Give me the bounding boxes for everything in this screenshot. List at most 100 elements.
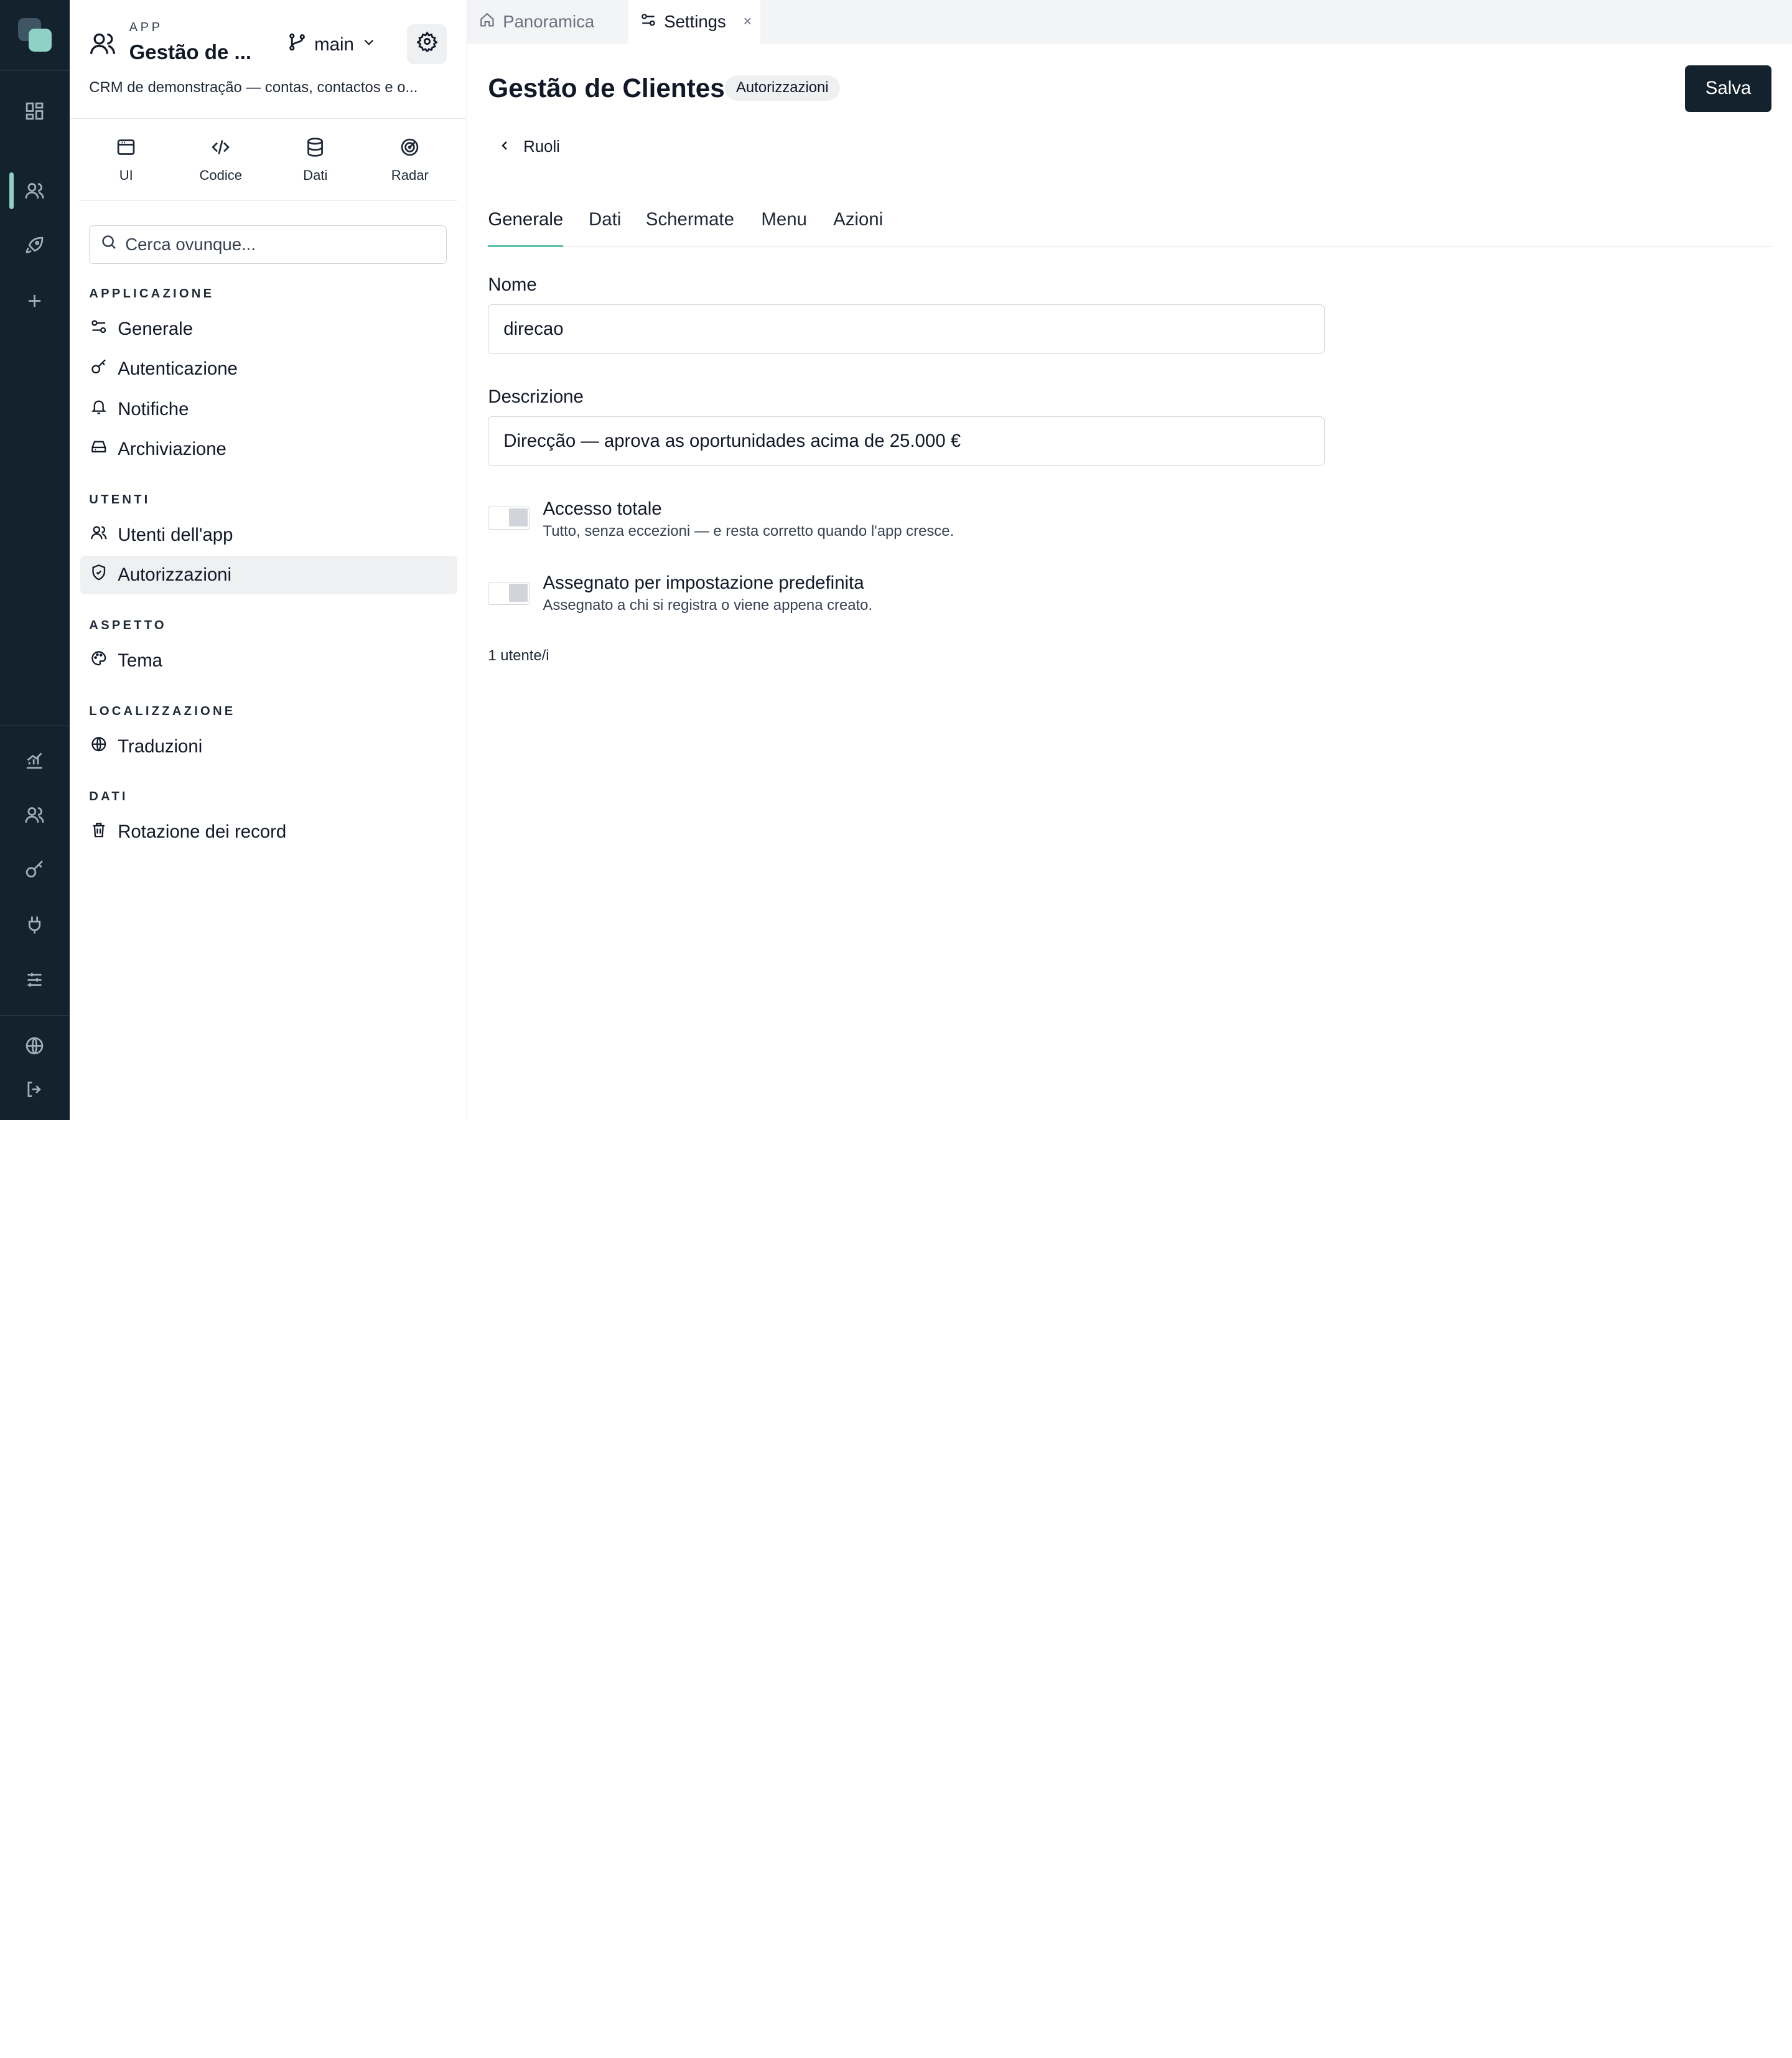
app-description: CRM de demonstração — contas, contactos … (89, 78, 418, 96)
plus-icon[interactable] (21, 287, 48, 314)
gear-icon (416, 31, 438, 57)
section-label-applicazione: APPLICAZIONE (89, 287, 215, 301)
sidebar-item-label: Rotazione dei record (118, 821, 287, 843)
key-icon[interactable] (21, 856, 48, 884)
mode-ui[interactable]: UI (79, 119, 174, 200)
app-kicker: APP (129, 21, 163, 35)
subtab-azioni[interactable]: Azioni (833, 209, 883, 247)
sidebar-item-traduzioni[interactable]: Traduzioni (80, 727, 457, 765)
search-input[interactable] (125, 235, 434, 255)
subtab-dati[interactable]: Dati (589, 209, 621, 247)
rail-active-indicator (9, 172, 14, 210)
radar-icon (399, 137, 420, 161)
mode-label: Dati (303, 167, 328, 183)
mode-radar[interactable]: Radar (363, 119, 457, 200)
search-icon (100, 233, 118, 256)
name-label: Nome (488, 274, 537, 295)
default-assigned-title: Assegnato per impostazione predefinita (543, 573, 864, 594)
close-icon[interactable]: × (743, 13, 752, 30)
database-icon (305, 137, 325, 161)
sidebar-item-archiviazione[interactable]: Archiviazione (80, 430, 457, 469)
mode-data[interactable]: Dati (268, 119, 363, 200)
window-tab-bar: Panoramica Settings × (467, 0, 1792, 44)
tab-settings[interactable]: Settings × (628, 0, 760, 44)
settings-sidebar: APP Gestão de ... main CRM de demonstraç… (70, 0, 468, 1121)
back-label: Ruoli (523, 138, 560, 156)
tab-label: Settings (664, 11, 726, 31)
globe-icon (90, 736, 108, 758)
app-header: APP Gestão de ... main CRM de demonstraç… (70, 0, 467, 119)
section-label-localizzazione: LOCALIZZAZIONE (89, 704, 236, 718)
default-assigned-subtitle: Assegnato a chi si registra o viene appe… (543, 596, 873, 614)
section-label-dati: DATI (89, 790, 128, 804)
save-button[interactable]: Salva (1684, 65, 1772, 113)
full-access-subtitle: Tutto, senza eccezioni — e resta corrett… (543, 522, 954, 540)
name-field[interactable]: direcao (488, 304, 1325, 355)
sidebar-item-label: Generale (118, 319, 194, 340)
description-label: Descrizione (488, 386, 584, 407)
back-link[interactable]: Ruoli (497, 136, 560, 159)
mode-label: Codice (199, 167, 243, 183)
logo[interactable] (18, 18, 52, 52)
sidebar-item-label: Traduzioni (118, 736, 203, 757)
app-window: APP Gestão de ... main CRM de demonstraç… (0, 0, 1792, 1121)
sidebar-item-label: Tema (118, 650, 163, 671)
branch-selector[interactable]: main (287, 32, 376, 57)
users-count: 1 utente/i (488, 647, 549, 664)
trash-icon (90, 821, 108, 844)
sliders-icon[interactable] (21, 966, 48, 993)
sidebar-item-notifiche[interactable]: Notifiche (80, 390, 457, 428)
sidebar-item-utenti-app[interactable]: Utenti dell'app (80, 515, 457, 554)
sidebar-item-autenticazione[interactable]: Autenticazione (80, 350, 457, 388)
team-icon[interactable] (21, 802, 48, 829)
page-title: Gestão de Clientes (488, 73, 725, 103)
users-icon[interactable] (21, 177, 48, 205)
sidebar-item-label: Autorizzazioni (118, 564, 232, 585)
dashboard-icon[interactable] (21, 97, 48, 124)
sidebar-item-label: Utenti dell'app (118, 524, 233, 545)
full-access-toggle[interactable] (488, 506, 530, 530)
chevron-down-icon (361, 34, 377, 55)
sidebar-item-tema[interactable]: Tema (80, 642, 457, 680)
description-field[interactable]: Direcção — aprova as oportunidades acima… (488, 416, 1325, 467)
sidebar-item-label: Autenticazione (118, 358, 238, 380)
hard-drive-icon (90, 438, 108, 461)
section-badge: Autorizzazioni (724, 75, 840, 101)
plug-icon[interactable] (21, 911, 48, 938)
settings-toggle-icon (640, 12, 656, 32)
key-icon (90, 358, 108, 381)
mode-label: UI (119, 167, 133, 183)
search-box[interactable] (89, 225, 447, 264)
app-name: Gestão de ... (129, 41, 252, 65)
logout-icon[interactable] (21, 1076, 48, 1103)
section-label-aspetto: ASPETTO (89, 618, 167, 632)
subtab-bar: Generale Dati Schermate Menu Azioni (488, 201, 1773, 247)
tab-panoramica[interactable]: Panoramica (467, 0, 627, 44)
mode-code[interactable]: Codice (174, 119, 268, 200)
analytics-icon[interactable] (21, 747, 48, 774)
globe-icon[interactable] (21, 1032, 48, 1060)
main-panel: Panoramica Settings × Gestão de Clientes… (467, 0, 1792, 1120)
mode-switcher: UI Codice Dati Radar (78, 119, 457, 202)
mode-label: Radar (391, 167, 429, 183)
sidebar-item-generale[interactable]: Generale (80, 310, 457, 348)
sidebar-item-rotazione[interactable]: Rotazione dei record (80, 813, 457, 851)
subtab-menu[interactable]: Menu (761, 209, 806, 247)
bell-icon (90, 398, 108, 421)
branch-name: main (314, 34, 354, 55)
full-access-title: Accesso totale (543, 498, 662, 519)
palette-icon (90, 650, 108, 672)
sidebar-item-label: Archiviazione (118, 438, 226, 459)
subtab-generale[interactable]: Generale (488, 209, 564, 247)
icon-rail (0, 0, 70, 1121)
shield-check-icon (90, 564, 108, 586)
subtab-schermate[interactable]: Schermate (646, 209, 734, 247)
section-label-utenti: UTENTI (89, 492, 151, 507)
app-settings-button[interactable] (406, 24, 447, 64)
sidebar-item-label: Notifiche (118, 398, 189, 419)
default-assigned-toggle[interactable] (488, 582, 530, 605)
rocket-icon[interactable] (21, 232, 48, 260)
sidebar-item-autorizzazioni[interactable]: Autorizzazioni (80, 555, 457, 595)
settings-toggle-icon (90, 318, 108, 340)
users-icon (90, 524, 108, 546)
